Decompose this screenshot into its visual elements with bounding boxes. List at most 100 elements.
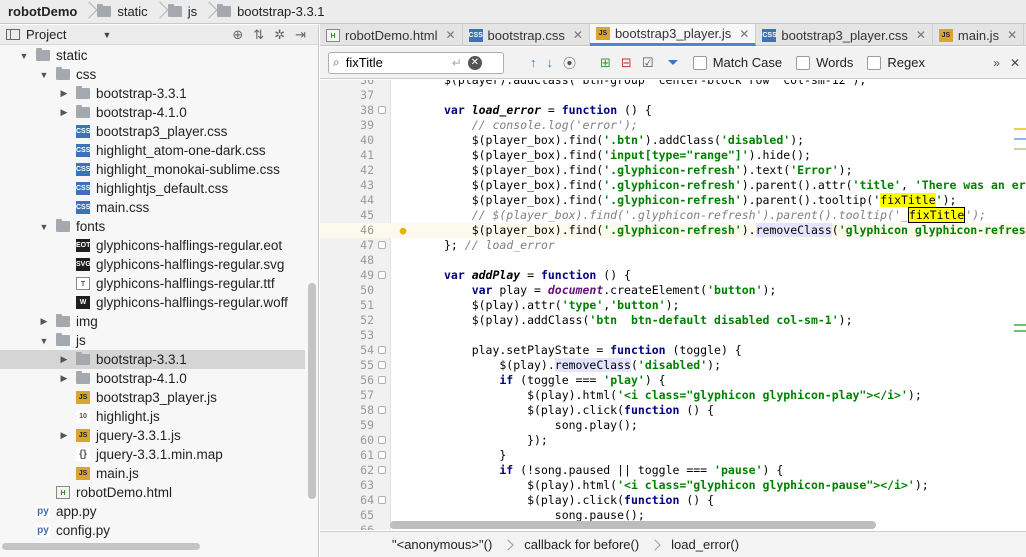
- breadcrumb-item[interactable]: js: [164, 0, 203, 24]
- chevron-right-icon[interactable]: ▶: [58, 88, 70, 99]
- code-line[interactable]: 58 $(play).click(function () {: [320, 403, 1026, 418]
- find-input[interactable]: [345, 55, 452, 70]
- stripe-mark[interactable]: [1014, 138, 1026, 140]
- fold-marker-icon[interactable]: [378, 451, 386, 459]
- tree-file[interactable]: EOT glyphicons-halflings-regular.eot: [0, 236, 305, 255]
- project-tree[interactable]: ▼ static ▼ css ▶ bootstrap-3.3.1 ▶ bootstrap-4.…: [0, 46, 305, 538]
- tree-folder[interactable]: ▶ bootstrap-3.3.1: [0, 84, 305, 103]
- code-line[interactable]: 44 $(player_box).find('.glyphicon-refres…: [320, 193, 1026, 208]
- editor-tab[interactable]: CSS bootstrap3_player.css ✕: [756, 24, 933, 46]
- code-line[interactable]: 61 }: [320, 448, 1026, 463]
- tree-folder[interactable]: ▼ static: [0, 46, 305, 65]
- code-editor[interactable]: 36 $(player).addClass('btn-group center-b…: [320, 80, 1026, 530]
- code-line[interactable]: 38 var load_error = function () {: [320, 103, 1026, 118]
- breadcrumb-item[interactable]: robotDemo: [4, 0, 83, 24]
- tree-folder[interactable]: ▼ css: [0, 65, 305, 84]
- fold-marker-icon[interactable]: [378, 406, 386, 414]
- tree-file[interactable]: JS main.js: [0, 464, 305, 483]
- close-icon[interactable]: ✕: [1010, 56, 1020, 70]
- close-icon[interactable]: ✕: [445, 28, 455, 42]
- gear-icon[interactable]: ✲: [274, 27, 285, 43]
- code-line[interactable]: 43 $(player_box).find('.glyphicon-refres…: [320, 178, 1026, 193]
- fold-marker-icon[interactable]: [378, 466, 386, 474]
- code-breadcrumb-item[interactable]: "<anonymous>"(): [392, 537, 502, 552]
- code-line[interactable]: 50 var play = document.createElement('bu…: [320, 283, 1026, 298]
- tree-file[interactable]: ▶ JS jquery-3.3.1.js: [0, 426, 305, 445]
- project-vertical-scrollbar[interactable]: [308, 283, 316, 499]
- close-icon[interactable]: ✕: [573, 28, 583, 42]
- tree-folder[interactable]: ▼ js: [0, 331, 305, 350]
- chevron-right-icon[interactable]: ▶: [38, 316, 50, 327]
- close-icon[interactable]: ✕: [739, 27, 749, 41]
- filter-icon[interactable]: ⏷: [667, 54, 678, 71]
- find-field[interactable]: ⌕ ↵ ✕: [328, 51, 504, 74]
- tree-file[interactable]: Wglyphicons-halflings-regular.woff: [0, 293, 305, 312]
- code-line[interactable]: 48: [320, 253, 1026, 268]
- chevron-down-icon[interactable]: ▼: [102, 30, 111, 40]
- code-line[interactable]: 63 $(play).html('<i class="glyphicon gly…: [320, 478, 1026, 493]
- lightbulb-icon[interactable]: ●: [397, 223, 409, 238]
- remove-selection-icon[interactable]: ⊟: [621, 55, 632, 71]
- tree-file[interactable]: CSS main.css: [0, 198, 305, 217]
- code-line[interactable]: 41 $(player_box).find('input[type="range…: [320, 148, 1026, 163]
- fold-marker-icon[interactable]: [378, 271, 386, 279]
- chevron-down-icon[interactable]: ▼: [38, 70, 50, 80]
- breadcrumb-item[interactable]: static: [93, 0, 153, 24]
- chevron-down-icon[interactable]: ▼: [38, 336, 50, 346]
- words-checkbox[interactable]: [796, 55, 811, 70]
- stripe-mark[interactable]: [1014, 148, 1026, 150]
- fold-marker-icon[interactable]: [378, 436, 386, 444]
- code-line[interactable]: 40 $(player_box).find('.btn').addClass('…: [320, 133, 1026, 148]
- fold-marker-icon[interactable]: [378, 376, 386, 384]
- hide-panel-icon[interactable]: ⇥: [295, 27, 306, 43]
- code-line[interactable]: 56 if (toggle === 'play') {: [320, 373, 1026, 388]
- chevron-down-icon[interactable]: ▼: [18, 51, 30, 61]
- tree-file[interactable]: CSS highlight_monokai-sublime.css: [0, 160, 305, 179]
- search-icon[interactable]: ⌕: [333, 55, 340, 70]
- select-all-occurrences-icon[interactable]: ☑: [642, 55, 654, 71]
- locate-target-icon[interactable]: ⊕: [232, 27, 243, 43]
- tree-folder[interactable]: ▶ img: [0, 312, 305, 331]
- stripe-mark[interactable]: [1014, 330, 1026, 332]
- code-line[interactable]: 51 $(play).attr('type','button');: [320, 298, 1026, 313]
- more-options-icon[interactable]: »: [993, 56, 1000, 70]
- fold-marker-icon[interactable]: [378, 241, 386, 249]
- close-icon[interactable]: ✕: [1007, 28, 1017, 42]
- code-line[interactable]: 54 play.setPlayState = function (toggle)…: [320, 343, 1026, 358]
- tree-folder[interactable]: ▶ bootstrap-4.1.0: [0, 103, 305, 122]
- code-line[interactable]: 55 $(play).removeClass('disabled');: [320, 358, 1026, 373]
- chevron-right-icon[interactable]: ▶: [58, 430, 70, 441]
- fold-marker-icon[interactable]: [378, 496, 386, 504]
- editor-tab[interactable]: CSS bootstrap.css ✕: [463, 24, 590, 46]
- tree-file[interactable]: CSS highlight_atom-one-dark.css: [0, 141, 305, 160]
- tree-file[interactable]: SVG glyphicons-halflings-regular.svg: [0, 255, 305, 274]
- project-horizontal-scrollbar[interactable]: [2, 543, 200, 550]
- close-icon[interactable]: ✕: [916, 28, 926, 42]
- chevron-right-icon[interactable]: ▶: [58, 373, 70, 384]
- code-line[interactable]: 45 // $(player_box).find('.glyphicon-ref…: [320, 207, 1026, 223]
- code-line[interactable]: 36 $(player).addClass('btn-group center-b…: [320, 80, 1026, 88]
- editor-tab[interactable]: HrobotDemo.html ✕: [320, 24, 463, 46]
- tree-file[interactable]: py config.py: [0, 521, 305, 540]
- previous-occurrence-icon[interactable]: ↑: [530, 55, 537, 70]
- tree-folder[interactable]: ▶ bootstrap-3.3.1: [0, 350, 305, 369]
- stripe-mark[interactable]: [1014, 128, 1026, 130]
- match-case-checkbox[interactable]: [692, 55, 707, 70]
- next-occurrence-icon[interactable]: ↓: [547, 55, 554, 70]
- code-line[interactable]: 53: [320, 328, 1026, 343]
- tree-file[interactable]: JS bootstrap3_player.js: [0, 388, 305, 407]
- chevron-down-icon[interactable]: ▼: [38, 222, 50, 232]
- code-line[interactable]: 60 });: [320, 433, 1026, 448]
- regex-checkbox[interactable]: [867, 55, 882, 70]
- tree-file[interactable]: {} jquery-3.3.1.min.map: [0, 445, 305, 464]
- tree-file[interactable]: 10 highlight.js: [0, 407, 305, 426]
- code-breadcrumb-item[interactable]: callback for before(): [524, 537, 649, 552]
- code-line[interactable]: 64 $(play).click(function () {: [320, 493, 1026, 508]
- tree-file[interactable]: HrobotDemo.html: [0, 483, 305, 502]
- tree-file[interactable]: Tglyphicons-halflings-regular.ttf: [0, 274, 305, 293]
- tree-file[interactable]: py app.py: [0, 502, 305, 521]
- code-line[interactable]: 52 $(play).addClass('btn btn-default dis…: [320, 313, 1026, 328]
- code-line[interactable]: 49 var addPlay = function () {: [320, 268, 1026, 283]
- project-header[interactable]: Project ▼ ⊕ ⇅ ✲ ⇥: [0, 25, 318, 45]
- tree-file[interactable]: CSS bootstrap3_player.css: [0, 122, 305, 141]
